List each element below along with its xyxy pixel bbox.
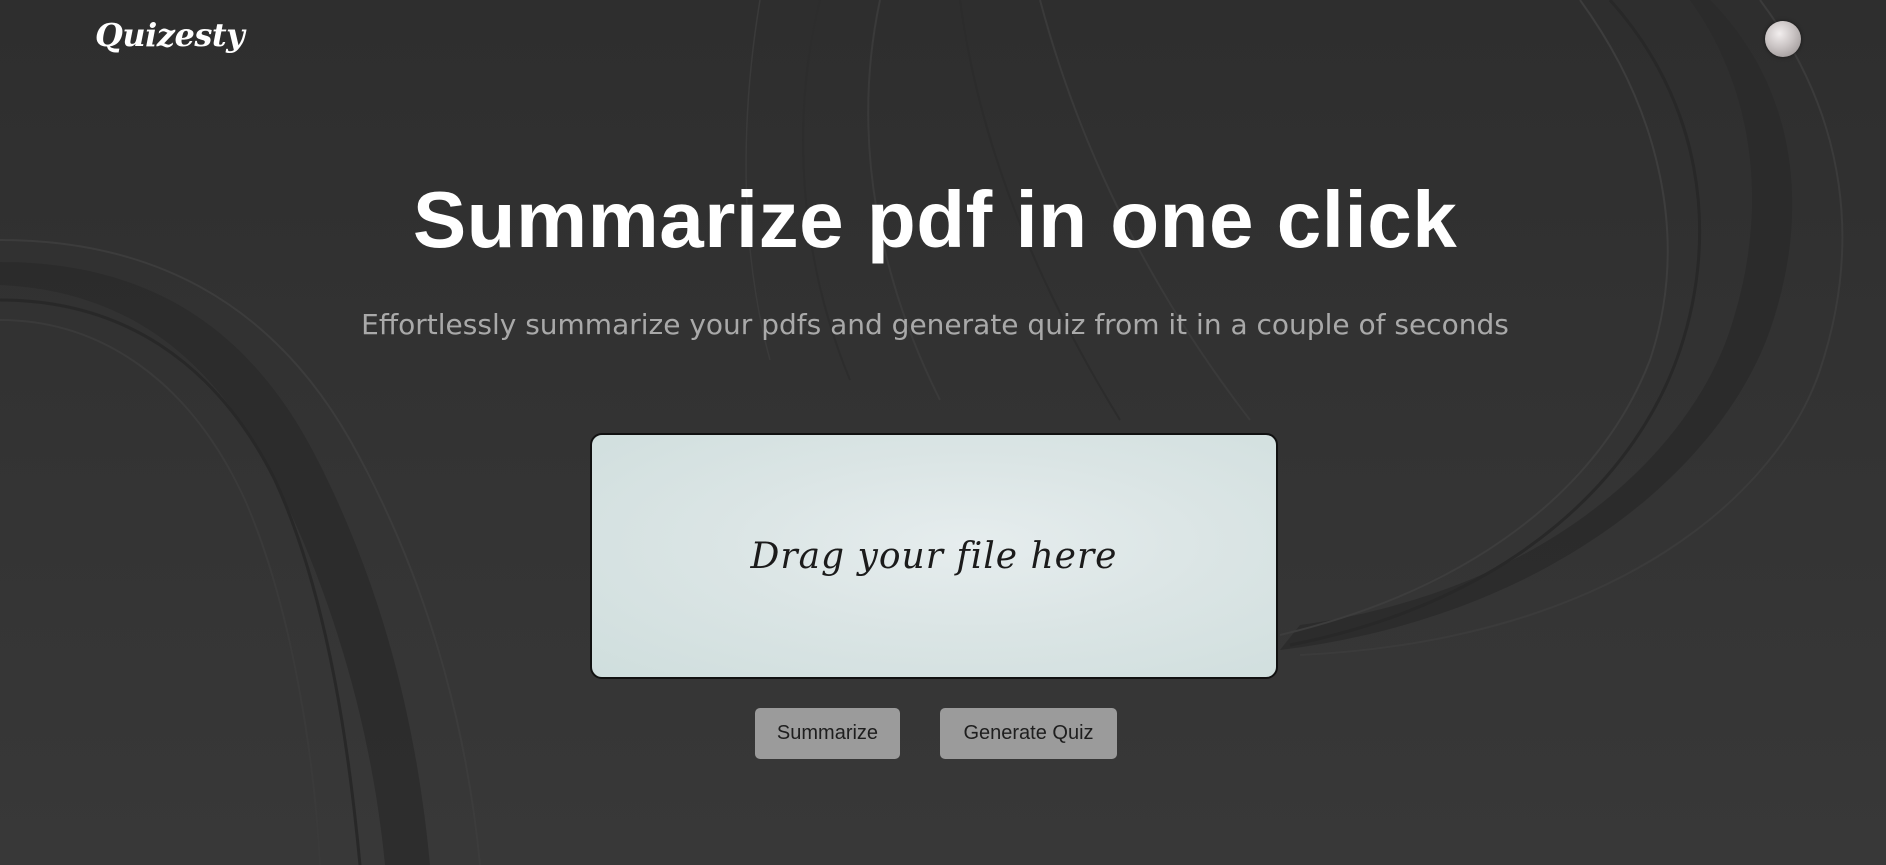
- generate-quiz-button[interactable]: Generate Quiz: [940, 708, 1117, 759]
- dropzone-label: Drag your file here: [750, 535, 1118, 577]
- file-dropzone[interactable]: Drag your file here: [590, 433, 1278, 679]
- user-avatar-icon[interactable]: [1765, 21, 1801, 57]
- quizesty-logo[interactable]: Quizesty: [95, 16, 245, 54]
- page-subtitle: Effortlessly summarize your pdfs and gen…: [361, 308, 1509, 341]
- action-buttons: Summarize Generate Quiz: [0, 708, 1886, 759]
- page-title: Summarize pdf in one click: [412, 175, 1458, 264]
- summarize-button[interactable]: Summarize: [755, 708, 900, 759]
- navbar: Quizesty: [0, 0, 1886, 80]
